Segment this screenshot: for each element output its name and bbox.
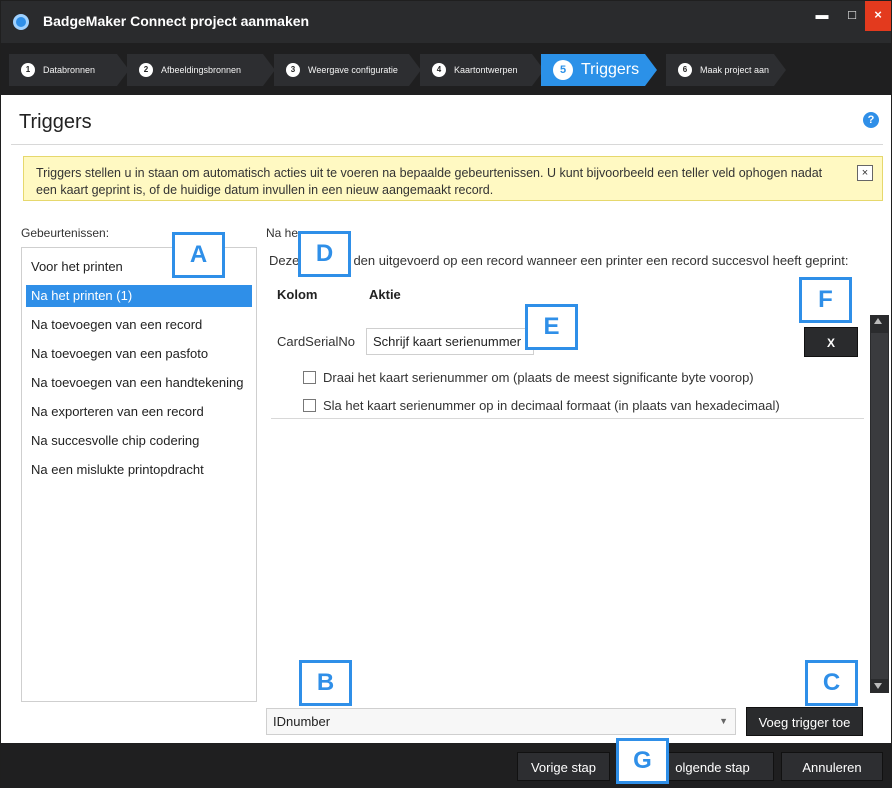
step-number-icon: 5 [553,60,573,80]
info-text: Triggers stellen u in staan om automatis… [36,166,823,197]
scroll-up-icon[interactable] [874,318,882,324]
wizard-window: BadgeMaker Connect project aanmaken ▬ □ … [0,0,892,788]
minimize-button[interactable]: ▬ [807,1,837,31]
step-afbeeldingsbronnen[interactable]: 2 Afbeeldingsbronnen [127,54,275,86]
step-number-icon: 1 [21,63,35,77]
event-na-toevoegen-handtekening[interactable]: Na toevoegen van een handtekening [26,372,252,394]
option-decimal-format[interactable]: Sla het kaart serienummer op in decimaal… [303,398,780,413]
step-label: Triggers [581,61,640,78]
trigger-description: Deze a den uitgevoerd op een record wann… [269,253,849,268]
step-label: Kaartontwerpen [454,65,518,75]
event-na-toevoegen-pasfoto[interactable]: Na toevoegen van een pasfoto [26,343,252,365]
callout-g: G [616,738,669,784]
footer: Vorige stap olgende stap Annuleren [1,743,891,788]
description-end: den uitgevoerd op een record wanneer een… [353,253,849,268]
decimal-format-checkbox[interactable] [303,399,316,412]
events-list: Voor het printen Na het printen (1) Na t… [21,247,257,702]
remove-trigger-button[interactable]: X [804,327,858,357]
step-label: Maak project aan [700,65,770,75]
scroll-down-icon[interactable] [874,683,882,689]
events-label: Gebeurtenissen: [21,226,110,240]
event-na-toevoegen-record[interactable]: Na toevoegen van een record [26,314,252,336]
option-label: Sla het kaart serienummer op in decimaal… [323,398,780,413]
callout-b: B [299,660,352,706]
close-window-button[interactable]: × [865,1,891,31]
cancel-button[interactable]: Annuleren [781,752,883,781]
previous-step-button[interactable]: Vorige stap [517,752,610,781]
trigger-divider [271,418,864,419]
trigger-action-select[interactable]: Schrijf kaart serienummer [366,328,534,355]
info-banner: Triggers stellen u in staan om automatis… [23,156,883,201]
column-header-kolom: Kolom [277,287,318,302]
title-bar: BadgeMaker Connect project aanmaken ▬ □ … [1,1,891,43]
callout-f: F [799,277,852,323]
event-na-chip-codering[interactable]: Na succesvolle chip codering [26,430,252,452]
event-na-het-printen[interactable]: Na het printen (1) [26,285,252,307]
page-title: Triggers [19,111,92,133]
step-label: Afbeeldingsbronnen [161,65,242,75]
add-trigger-button[interactable]: Voeg trigger toe [746,707,863,736]
step-number-icon: 6 [678,63,692,77]
step-triggers[interactable]: 5 Triggers [541,54,657,86]
scroll-thumb[interactable] [871,333,888,679]
event-na-mislukte-printopdracht[interactable]: Na een mislukte printopdracht [26,459,252,481]
wizard-steps: 1 Databronnen 2 Afbeeldingsbronnen 3 Wee… [1,43,891,95]
step-number-icon: 2 [139,63,153,77]
option-reverse-serial[interactable]: Draai het kaart serienummer om (plaats d… [303,370,754,385]
column-select-value: IDnumber [273,714,331,729]
trigger-panel-title: Na he [266,226,299,240]
trigger-scrollbar[interactable] [870,315,889,693]
column-select[interactable]: IDnumber ▼ [266,708,736,735]
chevron-down-icon: ▼ [719,716,728,726]
option-label: Draai het kaart serienummer om (plaats d… [323,370,754,385]
help-icon[interactable]: ? [863,112,879,128]
step-maak-project-aan[interactable]: 6 Maak project aan [666,54,786,86]
callout-d: D [298,231,351,277]
window-title: BadgeMaker Connect project aanmaken [43,13,310,29]
callout-a: A [172,232,225,278]
divider [11,144,883,145]
step-number-icon: 3 [286,63,300,77]
info-close-button[interactable]: × [857,165,873,181]
event-na-exporteren-record[interactable]: Na exporteren van een record [26,401,252,423]
callout-e: E [525,304,578,350]
maximize-button[interactable]: □ [837,1,867,31]
step-number-icon: 4 [432,63,446,77]
trigger-column-name: CardSerialNo [277,334,356,349]
app-logo-icon [13,14,29,30]
step-label: Weergave configuratie [308,65,398,75]
step-label: Databronnen [43,65,96,75]
reverse-serial-checkbox[interactable] [303,371,316,384]
step-kaartontwerpen[interactable]: 4 Kaartontwerpen [420,54,544,86]
step-weergave-configuratie[interactable]: 3 Weergave configuratie [274,54,421,86]
step-databronnen[interactable]: 1 Databronnen [9,54,129,86]
column-header-aktie: Aktie [369,287,401,302]
callout-c: C [805,660,858,706]
